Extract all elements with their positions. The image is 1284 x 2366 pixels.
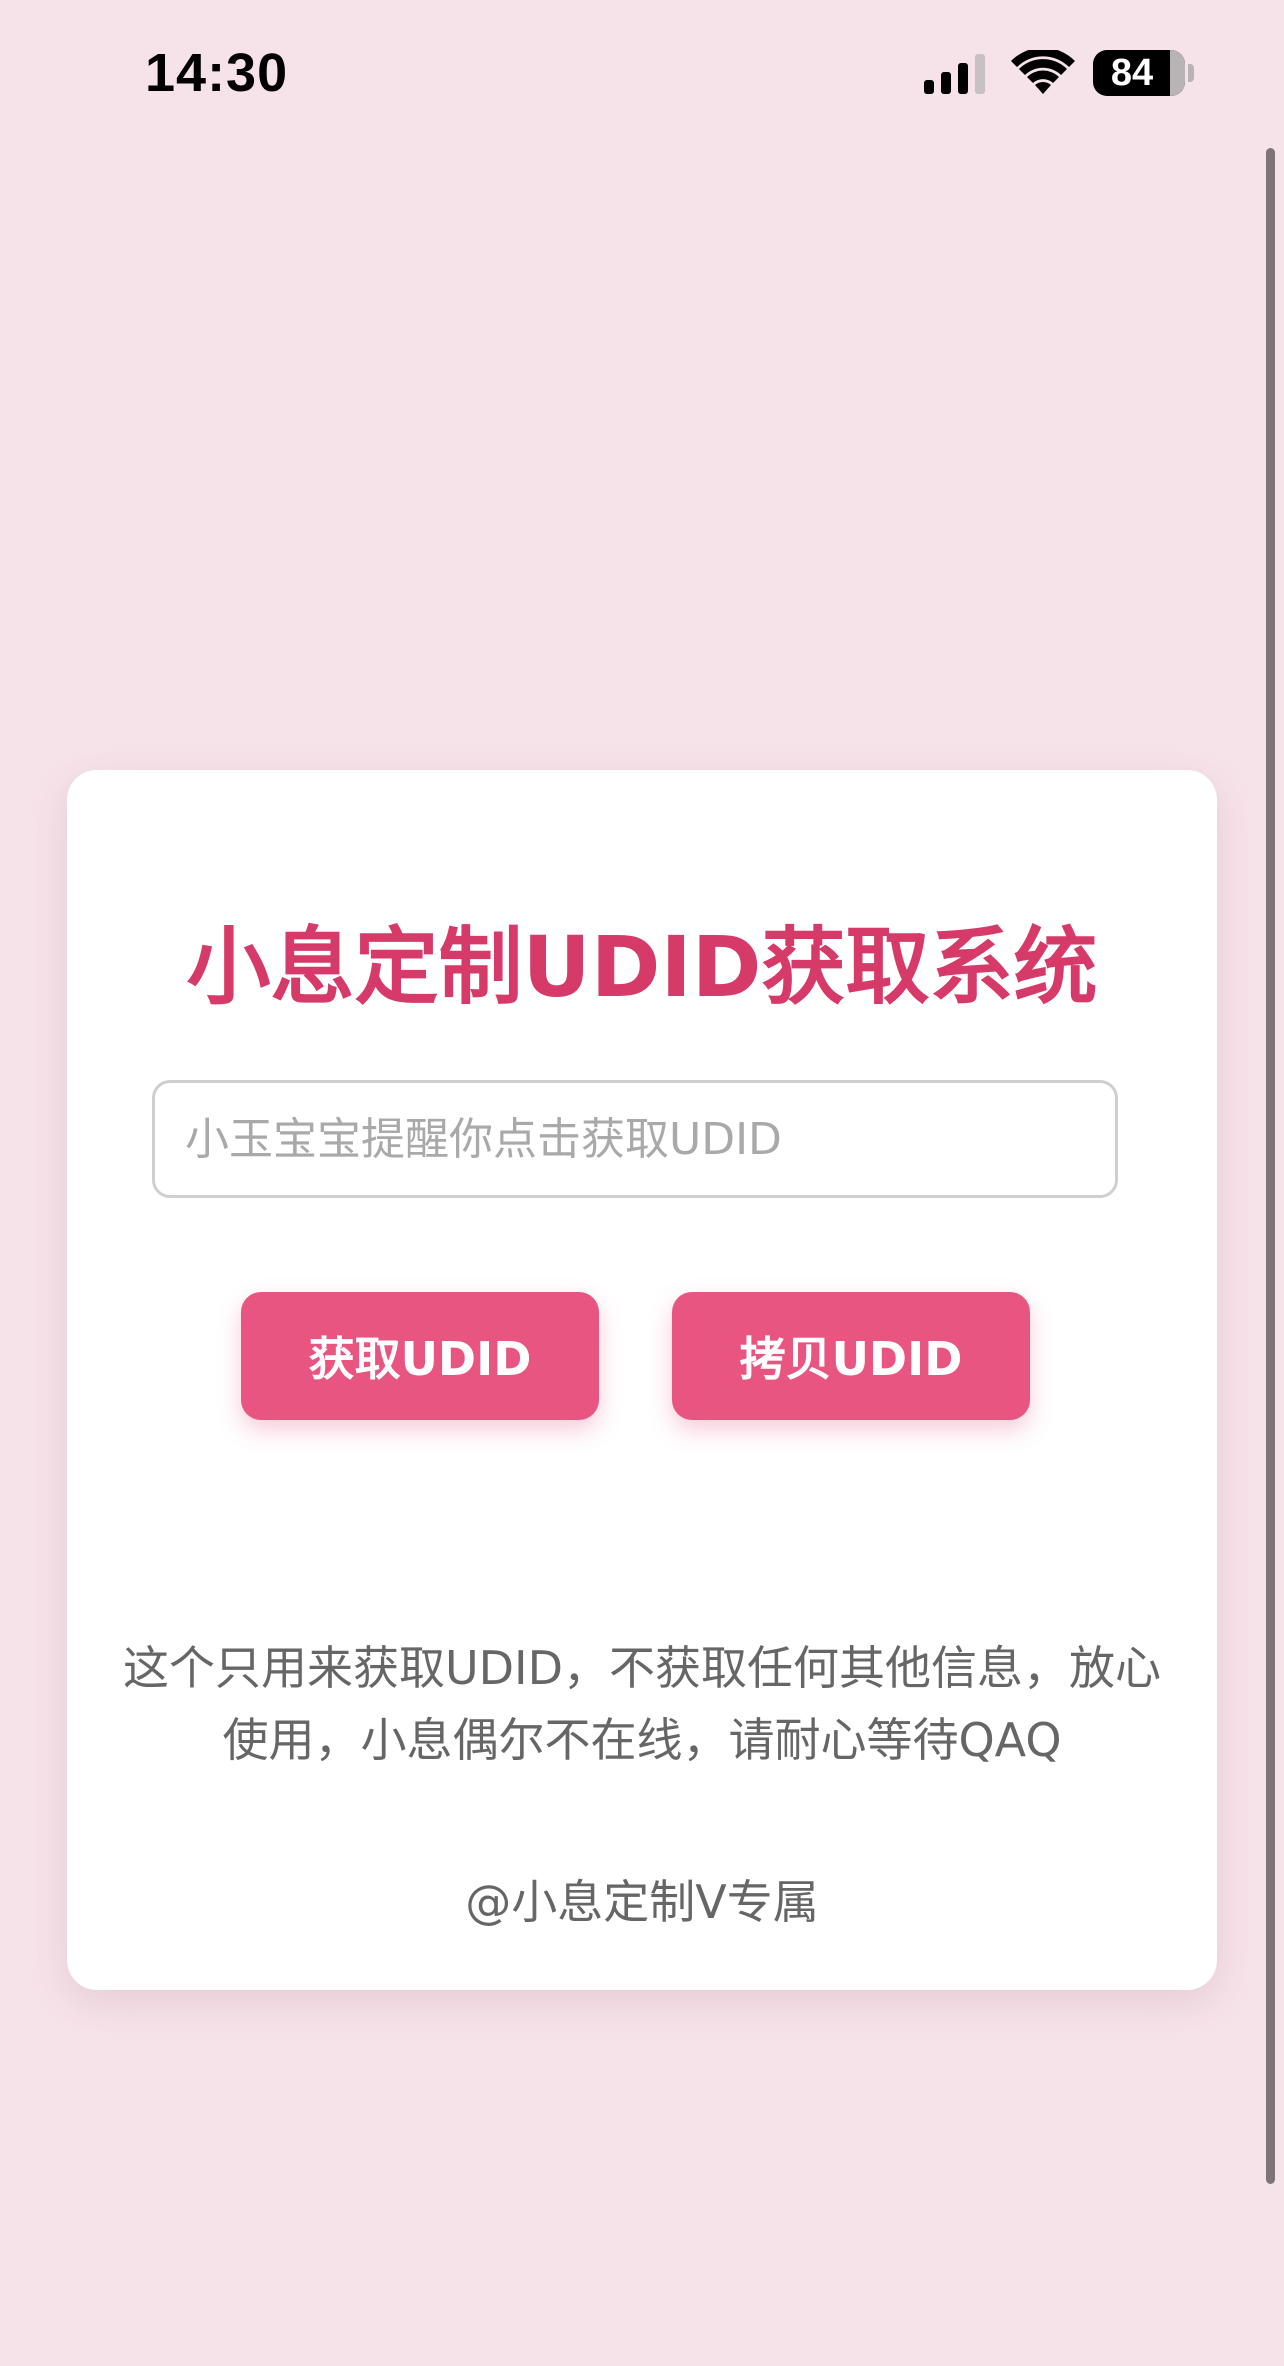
get-udid-button[interactable]: 获取UDID (241, 1292, 599, 1420)
copy-udid-button[interactable]: 拷贝UDID (672, 1292, 1030, 1420)
status-bar: 14:30 84 (0, 0, 1284, 150)
udid-card: 小息定制UDID获取系统 获取UDID 拷贝UDID 这个只用来获取UDID，不… (67, 770, 1217, 1990)
udid-input[interactable] (152, 1080, 1118, 1198)
status-time: 14:30 (145, 43, 289, 103)
battery-level: 84 (1110, 51, 1154, 94)
scrollbar[interactable] (1266, 148, 1275, 2184)
phone-screen: 14:30 84 小息定制UDID获取系统 获取UDID 拷贝UDID 这个只用… (0, 0, 1284, 2366)
info-note: 这个只用来获取UDID，不获取任何其他信息，放心使用，小息偶尔不在线，请耐心等待… (122, 1641, 1162, 1767)
battery-cap (1188, 64, 1194, 82)
footer-credit: @小息定制V专属 (465, 1875, 819, 1929)
battery-icon: 84 (1093, 50, 1185, 96)
wifi-icon (1011, 50, 1075, 94)
battery-empty-portion (1170, 50, 1185, 96)
signal-icon (924, 54, 985, 94)
page-title: 小息定制UDID获取系统 (186, 918, 1098, 1016)
